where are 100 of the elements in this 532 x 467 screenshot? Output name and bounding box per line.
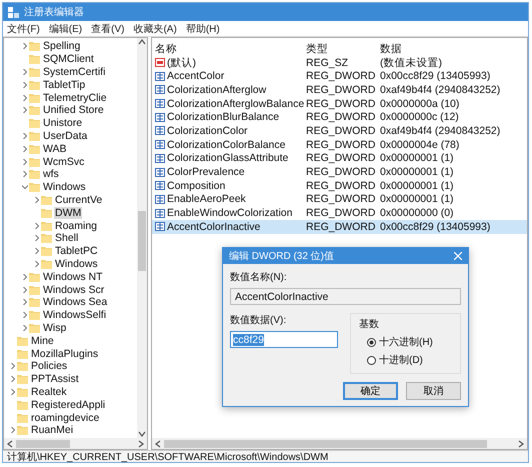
list-row[interactable]: AccentColorInactive REG_DWORD 0x00cc8f29 (13405993) bbox=[152, 220, 527, 234]
tree-item[interactable]: Unified Store bbox=[42, 104, 105, 116]
tree-item[interactable]: Windows Scr bbox=[42, 284, 106, 296]
list-row[interactable]: ColorizationColorBalance REG_DWORD 0x0000004e (78) bbox=[152, 138, 527, 152]
value-name: ColorizationAfterglow bbox=[167, 84, 266, 96]
tree-item[interactable]: TabletPC bbox=[54, 245, 99, 258]
chevron-down-icon[interactable] bbox=[22, 184, 28, 190]
tree-item[interactable]: Roaming bbox=[54, 220, 98, 232]
tree-item[interactable]: SQMClient bbox=[42, 53, 95, 66]
list-row[interactable]: ColorizationColor REG_DWORD 0xaf49b4f4 (2940843252) bbox=[152, 124, 527, 138]
column-header[interactable]: 数据 bbox=[380, 42, 402, 56]
folder-icon bbox=[17, 386, 28, 397]
field-label: 数值名称(N): bbox=[230, 271, 288, 284]
list-row[interactable]: ColorizationAfterglow REG_DWORD 0xaf49b4f4 (2940843252) bbox=[152, 83, 527, 97]
binary-value-icon bbox=[155, 208, 165, 218]
scroll-right-icon bbox=[517, 440, 525, 448]
radio-label[interactable]: 十六进制(H) bbox=[379, 335, 433, 349]
tree-item[interactable]: WcmSvc bbox=[42, 156, 86, 168]
radio-button[interactable] bbox=[367, 356, 376, 364]
tree-item[interactable]: TelemetryClie bbox=[42, 92, 108, 104]
value-name: ColorizationColor bbox=[167, 124, 248, 137]
tree-item[interactable]: roamingdevice bbox=[30, 412, 100, 424]
radio-button[interactable] bbox=[367, 338, 376, 346]
tree-item[interactable]: SystemCertifi bbox=[42, 66, 106, 78]
menu-item[interactable]: 收藏夹(A) bbox=[133, 22, 177, 36]
list-row[interactable]: (默认) REG_SZ (数值未设置) bbox=[152, 56, 527, 70]
folder-icon bbox=[17, 412, 28, 422]
list-row[interactable]: ColorizationBlurBalance REG_DWORD 0x0000000c (12) bbox=[152, 110, 527, 124]
folder-icon bbox=[29, 66, 40, 77]
tree-item[interactable]: Realtek bbox=[30, 386, 68, 398]
tree-item[interactable]: Unistore bbox=[42, 117, 84, 130]
name-field[interactable]: AccentColorInactive bbox=[230, 288, 461, 305]
list-row[interactable]: Composition REG_DWORD 0x00000001 (1) bbox=[152, 178, 527, 193]
list-row[interactable]: EnableAeroPeek REG_DWORD 0x00000001 (1) bbox=[152, 192, 527, 206]
chevron-right-icon[interactable] bbox=[10, 427, 16, 434]
tree-item[interactable]: Windows bbox=[54, 258, 99, 270]
value-type: REG_DWORD bbox=[306, 166, 376, 178]
value-data: (数值未设置) bbox=[380, 56, 442, 70]
menu-item[interactable]: 帮助(H) bbox=[186, 22, 220, 36]
scrollbar-thumb[interactable] bbox=[138, 211, 146, 271]
dialog-button[interactable]: 确定 bbox=[343, 382, 398, 400]
tree-item[interactable]: Windows Sea bbox=[42, 296, 108, 308]
folder-icon bbox=[29, 144, 40, 154]
tree-item[interactable]: Spelling bbox=[42, 40, 82, 52]
value-name: ColorPrevalence bbox=[167, 166, 245, 178]
value-type: REG_DWORD bbox=[306, 70, 376, 82]
folder-icon bbox=[17, 361, 28, 372]
menu-item[interactable]: 文件(F) bbox=[7, 22, 40, 36]
list-row[interactable]: ColorizationGlassAttribute REG_DWORD 0x00000001 (1) bbox=[152, 152, 527, 166]
folder-icon bbox=[17, 336, 28, 346]
tree-item[interactable]: RegisteredAppli bbox=[30, 398, 106, 411]
tree-item[interactable]: Policies bbox=[30, 360, 68, 372]
data-field[interactable]: cc8f29 bbox=[230, 331, 338, 348]
column-header[interactable]: 类型 bbox=[306, 42, 380, 56]
tree-item[interactable]: CurrentVe bbox=[54, 194, 104, 206]
dialog-button[interactable]: 取消 bbox=[406, 382, 461, 400]
tree-item[interactable]: Mine bbox=[30, 334, 55, 347]
value-data: 0x00000001 (1) bbox=[380, 180, 454, 192]
tree-item[interactable]: Windows bbox=[42, 181, 87, 194]
tree-item[interactable]: TabletTip bbox=[42, 78, 86, 91]
tree-item[interactable]: DWM bbox=[54, 206, 82, 219]
list-row[interactable]: ColorizationAfterglowBalance REG_DWORD 0x0000000a (10) bbox=[152, 96, 527, 110]
folder-icon bbox=[29, 182, 40, 192]
tree-item[interactable]: MozillaPlugins bbox=[30, 348, 100, 360]
tree-item[interactable]: UserData bbox=[42, 130, 88, 142]
scrollbar-thumb[interactable] bbox=[164, 440, 487, 448]
string-value-icon bbox=[155, 58, 165, 68]
folder-icon bbox=[17, 425, 28, 436]
radio-label[interactable]: 十进制(D) bbox=[379, 353, 423, 367]
value-type: REG_DWORD bbox=[306, 111, 376, 124]
tree-item[interactable]: Wisp bbox=[42, 322, 68, 334]
tree-item[interactable]: RuanMei bbox=[30, 424, 74, 436]
scrollbar-thumb[interactable] bbox=[16, 440, 70, 448]
folder-icon bbox=[29, 297, 40, 308]
chevron-right-icon[interactable] bbox=[34, 196, 40, 203]
value-name: AccentColorInactive bbox=[167, 220, 260, 233]
tree-item[interactable]: Shell bbox=[54, 232, 80, 244]
tree-item[interactable]: WAB bbox=[42, 142, 68, 155]
chevron-right-icon[interactable] bbox=[22, 43, 28, 50]
folder-icon bbox=[17, 400, 28, 410]
list-row[interactable]: EnableWindowColorization REG_DWORD 0x00000000 (0) bbox=[152, 206, 527, 220]
column-header[interactable]: 名称 bbox=[152, 42, 306, 56]
folder-icon bbox=[29, 80, 40, 90]
tree-item[interactable]: Windows NT bbox=[42, 270, 104, 283]
value-type: REG_DWORD bbox=[306, 207, 376, 220]
list-row[interactable]: ColorPrevalence REG_DWORD 0x00000001 (1) bbox=[152, 165, 527, 179]
menu-item[interactable]: 查看(V) bbox=[91, 22, 124, 36]
scroll-right-icon bbox=[137, 440, 145, 448]
menu-item[interactable]: 编辑(E) bbox=[48, 22, 82, 36]
binary-value-icon bbox=[155, 126, 165, 136]
value-type: REG_DWORD bbox=[306, 84, 376, 96]
folder-icon bbox=[29, 272, 40, 282]
tree-item[interactable]: WindowsSelfi bbox=[42, 309, 108, 322]
close-icon[interactable] bbox=[454, 252, 462, 260]
window-title: 注册表编辑器 bbox=[24, 6, 84, 19]
status-bar: 计算机\HKEY_CURRENT_USER\SOFTWARE\Microsoft\Windows\DWM bbox=[3, 450, 528, 462]
tree-item[interactable]: wfs bbox=[42, 168, 60, 180]
list-row[interactable]: AccentColor REG_DWORD 0x00cc8f29 (13405993) bbox=[152, 69, 527, 84]
folder-icon bbox=[29, 156, 40, 167]
tree-item[interactable]: PPTAssist bbox=[30, 373, 80, 386]
